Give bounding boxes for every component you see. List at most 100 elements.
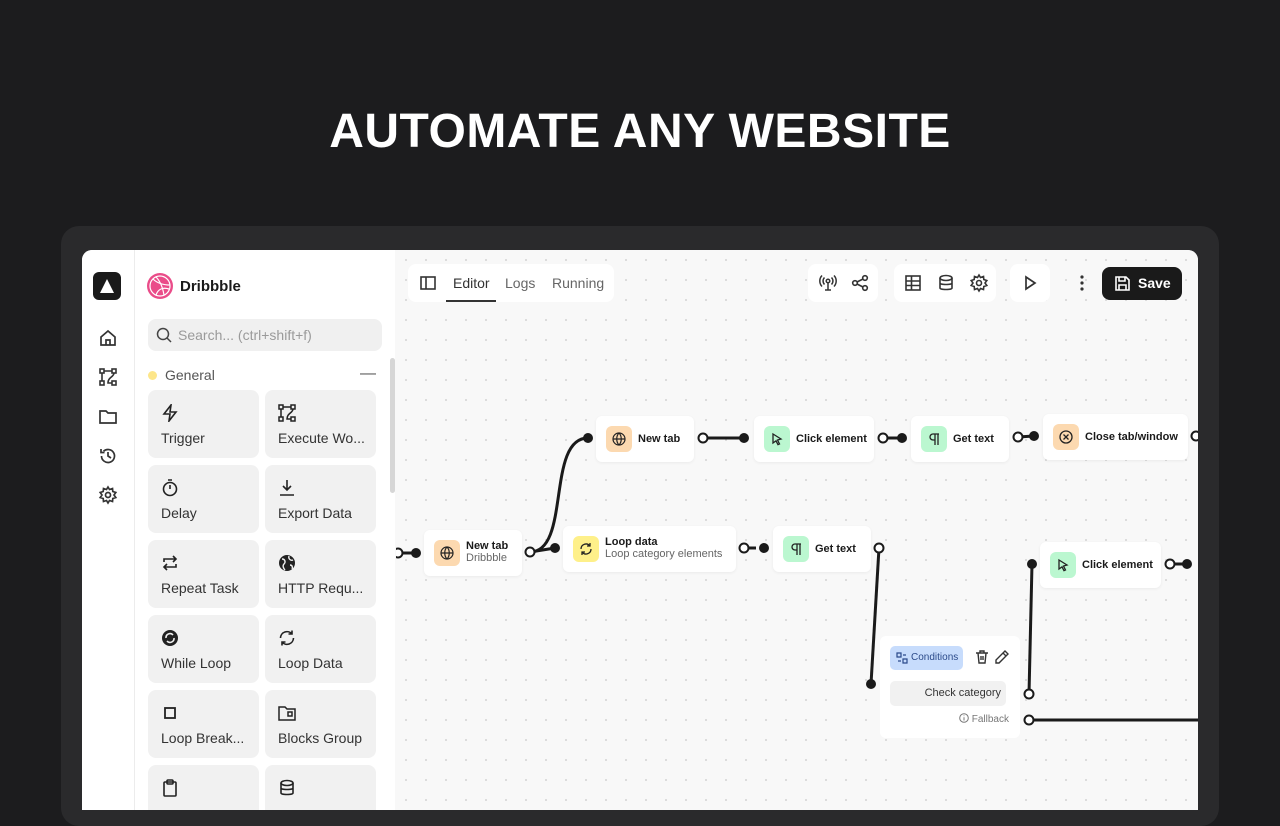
node-title: New tab — [638, 433, 681, 445]
node-title: Close tab/window — [1085, 431, 1178, 443]
share-icon[interactable] — [850, 273, 870, 293]
history-icon[interactable] — [98, 446, 118, 466]
node-get-text-top[interactable]: Get text — [911, 416, 1009, 462]
node-title: Loop data — [605, 536, 658, 548]
handle-ring[interactable] — [697, 432, 709, 444]
workspace-header[interactable]: Dribbble — [147, 272, 241, 300]
handle-ring[interactable] — [1023, 688, 1035, 700]
handle-dot[interactable] — [897, 433, 907, 443]
folder-group-icon — [278, 704, 296, 722]
condition-label: Check category — [924, 687, 1001, 699]
node-click-element-right[interactable]: Click element — [1040, 542, 1161, 588]
broadcast-icon[interactable] — [818, 273, 838, 293]
handle-dot[interactable] — [550, 543, 560, 553]
block-execute-workflow[interactable]: Execute Wo... — [265, 390, 376, 458]
conditions-icon — [896, 652, 908, 664]
fallback-text: Fallback — [971, 714, 1009, 725]
handle-dot[interactable] — [583, 433, 593, 443]
category-label: General — [165, 367, 215, 383]
folder-icon[interactable] — [98, 407, 118, 427]
conditions-label: Conditions — [911, 652, 959, 663]
sidebar-toggle-icon[interactable] — [418, 273, 438, 293]
block-clipboard[interactable] — [148, 765, 259, 810]
editor-tabs: Editor Logs Running — [408, 264, 614, 302]
node-subtitle: Dribbble — [466, 552, 507, 564]
block-delay[interactable]: Delay — [148, 465, 259, 533]
search-icon — [156, 327, 172, 343]
node-close-tab[interactable]: Close tab/window — [1043, 414, 1188, 460]
handle-dot[interactable] — [866, 679, 876, 689]
node-new-tab-top[interactable]: New tab — [596, 416, 694, 462]
more-vertical-icon[interactable] — [1072, 273, 1092, 293]
handle-ring[interactable] — [873, 542, 885, 554]
play-icon[interactable] — [1020, 273, 1040, 293]
cursor-icon — [764, 426, 790, 452]
tab-editor[interactable]: Editor — [453, 264, 490, 302]
search-input[interactable] — [178, 319, 374, 351]
node-get-text-mid[interactable]: Get text — [773, 526, 871, 572]
block-export-data[interactable]: Export Data — [265, 465, 376, 533]
block-blocks-group[interactable]: Blocks Group — [265, 690, 376, 758]
category-general[interactable]: General — — [148, 366, 376, 384]
handle-dot[interactable] — [759, 543, 769, 553]
workflow-icon[interactable] — [98, 367, 118, 387]
table-icon[interactable] — [903, 273, 923, 293]
handle-ring[interactable] — [1190, 430, 1199, 442]
database-icon — [278, 779, 296, 797]
node-click-element-top[interactable]: Click element — [754, 416, 874, 462]
globe-icon — [434, 540, 460, 566]
handle-ring[interactable] — [1164, 558, 1176, 570]
node-conditions[interactable]: Conditions Check category Fallback — [880, 636, 1020, 738]
home-icon[interactable] — [98, 328, 118, 348]
tab-logs[interactable]: Logs — [505, 264, 535, 302]
handle-ring[interactable] — [1012, 431, 1024, 443]
block-repeat-task[interactable]: Repeat Task — [148, 540, 259, 608]
database-icon[interactable] — [936, 273, 956, 293]
collapse-icon[interactable]: — — [360, 366, 376, 382]
settings-gear-icon[interactable] — [98, 485, 118, 505]
block-storage[interactable] — [265, 765, 376, 810]
handle-ring[interactable] — [1023, 714, 1035, 726]
block-loop-breakpoint[interactable]: Loop Break... — [148, 690, 259, 758]
edit-pencil-icon[interactable] — [994, 649, 1010, 665]
handle-dot[interactable] — [411, 548, 421, 558]
handle-ring[interactable] — [396, 547, 404, 559]
globe-icon — [278, 554, 296, 572]
download-icon — [278, 479, 296, 497]
settings-icon[interactable] — [969, 273, 989, 293]
edge-gettext-to-conditions — [869, 547, 881, 685]
condition-row[interactable]: Check category — [890, 681, 1006, 706]
block-label: Blocks Group — [278, 730, 363, 746]
node-new-tab-main[interactable]: New tab Dribbble — [424, 530, 522, 576]
tab-running[interactable]: Running — [552, 264, 604, 302]
handle-dot[interactable] — [1027, 559, 1037, 569]
handle-ring[interactable] — [524, 546, 536, 558]
trash-icon[interactable] — [974, 649, 990, 665]
app-logo-icon[interactable] — [93, 272, 121, 300]
node-loop-data[interactable]: Loop data Loop category elements — [563, 526, 736, 572]
clipboard-icon — [161, 779, 179, 797]
handle-dot[interactable] — [1029, 431, 1039, 441]
block-label: HTTP Requ... — [278, 580, 364, 596]
block-search — [148, 319, 382, 351]
block-while-loop[interactable]: While Loop — [148, 615, 259, 683]
handle-ring[interactable] — [738, 542, 750, 554]
handle-dot[interactable] — [739, 433, 749, 443]
data-tools — [894, 264, 996, 302]
refresh-icon — [278, 629, 296, 647]
block-trigger[interactable]: Trigger — [148, 390, 259, 458]
block-loop-data[interactable]: Loop Data — [265, 615, 376, 683]
globe-icon — [606, 426, 632, 452]
conditions-badge: Conditions — [890, 646, 963, 670]
handle-ring[interactable] — [877, 432, 889, 444]
block-http-request[interactable]: HTTP Requ... — [265, 540, 376, 608]
category-color-dot — [148, 370, 157, 380]
save-icon — [1115, 276, 1130, 291]
paragraph-icon — [921, 426, 947, 452]
save-button[interactable]: Save — [1102, 267, 1182, 300]
block-label: Execute Wo... — [278, 430, 365, 446]
panel-scrollbar[interactable] — [390, 358, 395, 493]
handle-dot[interactable] — [1182, 559, 1192, 569]
active-tab-indicator — [446, 300, 496, 302]
workflow-canvas[interactable]: Editor Logs Running Save New tab Click e… — [396, 250, 1198, 810]
